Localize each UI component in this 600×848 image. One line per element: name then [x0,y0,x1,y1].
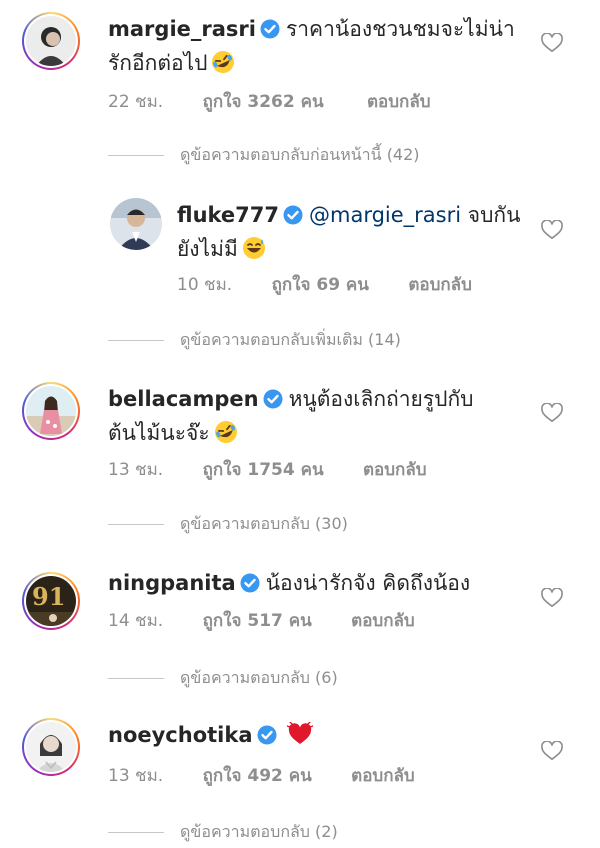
view-replies-button[interactable]: ดูข้อความตอบกลับ (2) [108,820,338,845]
view-replies-button[interactable]: ดูข้อความตอบกลับก่อนหน้านี้ (42) [108,143,420,168]
comment-time: 14 ชม. [108,611,164,631]
sweat-smile-emoji-icon [242,236,266,269]
comment-text: ราคาน้องชวนชมจะไม่น่า [285,17,515,41]
reply-button[interactable]: ตอบกลับ [351,762,415,789]
rolling-laughing-emoji-icon [211,50,235,83]
view-replies-button[interactable]: ดูข้อความตอบกลับ (30) [108,512,348,537]
username[interactable]: margie_rasri [108,17,256,41]
comment-bellacampen: bellacampen หนูต้องเลิกถ่ายรูปกับ ต้นไม้น… [0,372,600,492]
reply-button[interactable]: ตอบกลับ [363,456,427,483]
mention-link[interactable]: @margie_rasri [309,203,461,227]
comment-text: น้องน่ารักจัง คิดถึงน้อง [265,571,471,595]
likes-count[interactable]: ถูกใจ 492 คน [203,762,312,789]
reply-fluke777: fluke777 @margie_rasri จบกัน ยังไม่มี 10 … [0,190,600,300]
comment-time: 13 ชม. [108,460,164,480]
comment-text-line2: ยังไม่มี [177,237,238,261]
avatar[interactable] [22,12,80,70]
rolling-laughing-emoji-icon [214,420,238,453]
like-heart-icon[interactable] [541,219,563,244]
verified-badge-icon [257,723,277,754]
view-replies-label: ดูข้อความตอบกลับ (2) [180,822,338,841]
username[interactable]: fluke777 [177,203,279,227]
verified-badge-icon [283,203,303,234]
comment-time: 13 ชม. [108,766,164,786]
comment-text-line2: ต้นไม้นะจ๊ะ [108,421,210,445]
comment-time: 22 ชม. [108,92,164,112]
reply-button[interactable]: ตอบกลับ [351,607,415,634]
reply-button[interactable]: ตอบกลับ [408,271,472,298]
thread-divider [108,524,164,525]
comment-margie-rasri: margie_rasri ราคาน้องชวนชมจะไม่น่า รักอีก… [0,0,600,140]
view-replies-button[interactable]: ดูข้อความตอบกลับ (6) [108,666,338,691]
comment-ningpanita: 91 ningpanita น้องน่ารักจัง คิดถึงน้อง 14… [0,560,600,640]
avatar-number: 91 [32,582,66,611]
comment-text: หนูต้องเลิกถ่ายรูปกับ [288,387,474,411]
view-replies-label: ดูข้อความตอบกลับ (6) [180,668,338,687]
view-replies-label: ดูข้อความตอบกลับเพิ่มเติม (14) [180,330,401,349]
verified-badge-icon [240,571,260,602]
thread-divider [108,340,164,341]
comment-text-line2: รักอีกต่อไป [108,51,208,75]
verified-badge-icon [260,17,280,48]
like-heart-icon[interactable] [541,402,563,427]
thread-divider [108,155,164,156]
username[interactable]: bellacampen [108,387,259,411]
comment-noeychotika: noeychotika 13 ชม. ถูกใจ 492 คน ตอบกลับ [0,712,600,792]
comment-text: จบกัน [467,203,521,227]
reply-button[interactable]: ตอบกลับ [367,88,431,115]
view-more-replies-button[interactable]: ดูข้อความตอบกลับเพิ่มเติม (14) [108,328,401,353]
thread-divider [108,832,164,833]
red-heart-emoji-icon [285,721,314,755]
like-heart-icon[interactable] [541,587,563,612]
likes-count[interactable]: ถูกใจ 517 คน [203,607,312,634]
avatar[interactable]: 91 [22,572,80,630]
username[interactable]: ningpanita [108,571,236,595]
view-replies-label: ดูข้อความตอบกลับ (30) [180,514,348,533]
likes-count[interactable]: ถูกใจ 69 คน [272,271,369,298]
comment-time: 10 ชม. [177,275,233,295]
likes-count[interactable]: ถูกใจ 1754 คน [203,456,324,483]
avatar[interactable] [110,198,162,250]
thread-divider [108,678,164,679]
verified-badge-icon [263,387,283,418]
likes-count[interactable]: ถูกใจ 3262 คน [203,88,324,115]
avatar[interactable] [22,718,80,776]
like-heart-icon[interactable] [541,32,563,57]
username[interactable]: noeychotika [108,723,253,747]
view-replies-label: ดูข้อความตอบกลับก่อนหน้านี้ (42) [180,145,420,164]
like-heart-icon[interactable] [541,740,563,765]
avatar[interactable] [22,382,80,440]
